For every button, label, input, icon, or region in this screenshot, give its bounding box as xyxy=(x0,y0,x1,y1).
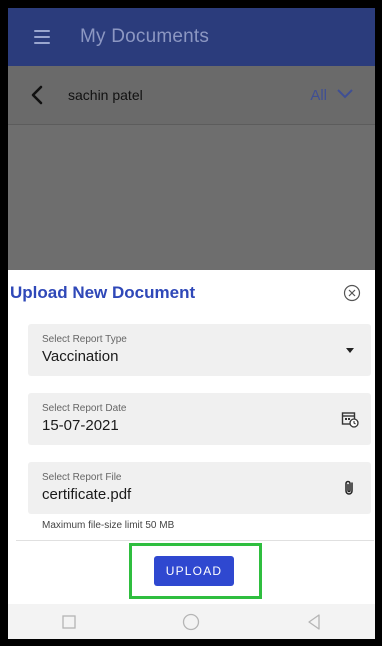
report-date-value: 15-07-2021 xyxy=(42,417,119,434)
file-size-hint: Maximum file-size limit 50 MB xyxy=(42,520,175,531)
home-icon[interactable] xyxy=(181,612,201,632)
app-bar: My Documents xyxy=(8,8,375,66)
upload-button[interactable]: UPLOAD xyxy=(154,556,234,586)
system-navigation-bar xyxy=(8,604,375,639)
close-icon[interactable] xyxy=(343,284,361,302)
user-name: sachin patel xyxy=(68,87,143,103)
document-subheader: sachin patel All xyxy=(8,66,375,125)
report-file-field[interactable]: Select Report File certificate.pdf xyxy=(28,462,371,514)
app-bar-title: My Documents xyxy=(80,26,210,47)
dimmed-background-overlay[interactable] xyxy=(8,125,375,270)
report-date-field[interactable]: Select Report Date 15-07-2021 xyxy=(28,393,371,445)
report-type-value: Vaccination xyxy=(42,348,119,365)
attachment-icon[interactable] xyxy=(341,479,359,497)
divider xyxy=(16,540,374,541)
report-type-label: Select Report Type xyxy=(42,334,127,345)
calendar-icon[interactable] xyxy=(341,410,359,428)
sheet-header: Upload New Document xyxy=(8,270,375,312)
recent-apps-icon[interactable] xyxy=(59,612,79,632)
upload-document-sheet: Upload New Document Select Report Type V… xyxy=(8,270,375,639)
back-triangle-icon[interactable] xyxy=(304,612,324,632)
sheet-title: Upload New Document xyxy=(10,283,196,302)
dropdown-arrow-icon xyxy=(341,341,359,359)
back-arrow-icon[interactable] xyxy=(30,83,54,107)
filter-label: All xyxy=(310,86,327,104)
report-file-value: certificate.pdf xyxy=(42,486,132,503)
chevron-down-icon xyxy=(337,86,353,104)
report-date-label: Select Report Date xyxy=(42,403,127,414)
phone-screen: My Documents sachin patel All Upload New… xyxy=(8,8,375,639)
report-file-label: Select Report File xyxy=(42,472,122,483)
filter-dropdown[interactable]: All xyxy=(310,86,353,104)
hamburger-menu-icon[interactable] xyxy=(34,30,50,44)
report-type-select[interactable]: Select Report Type Vaccination xyxy=(28,324,371,376)
